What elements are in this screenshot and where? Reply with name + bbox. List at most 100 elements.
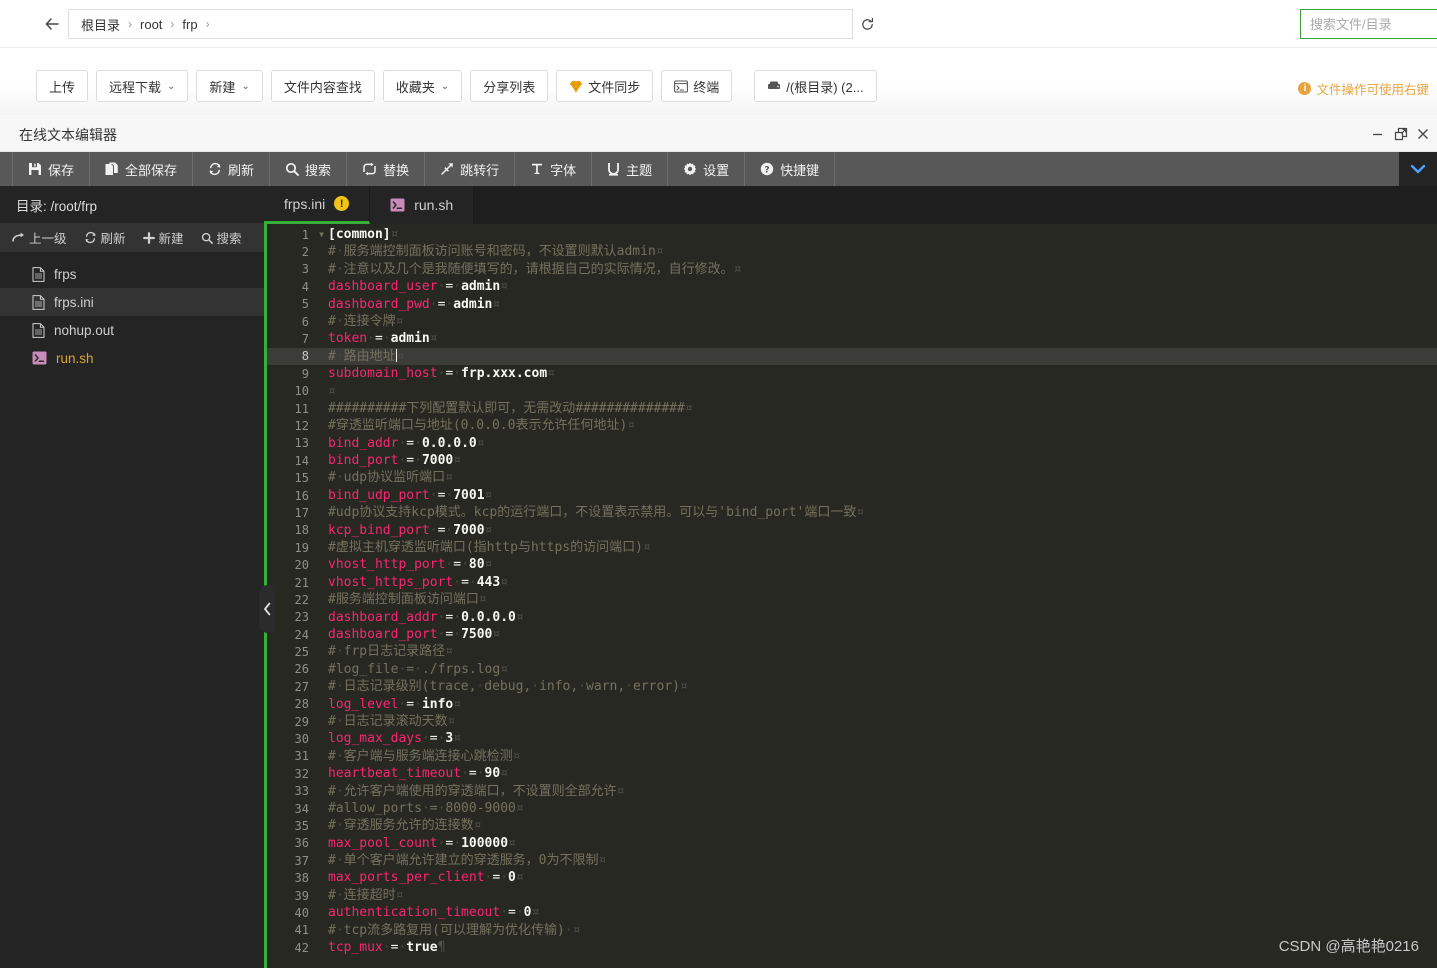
- code-line[interactable]: 22 #服务端控制面板访问端口¤: [267, 591, 1437, 608]
- font-button[interactable]: 字体: [515, 152, 593, 186]
- code-line[interactable]: 42 tcp_mux·=·true¶: [267, 939, 1437, 956]
- code-line[interactable]: 4 dashboard_user·=·admin¤: [267, 278, 1437, 295]
- disk-usage-button[interactable]: /(根目录) (2...: [754, 70, 877, 102]
- file-sync-button[interactable]: 文件同步: [556, 70, 654, 102]
- path-refresh-button[interactable]: [852, 9, 882, 39]
- code-line[interactable]: 28 log_level·=·info¤: [267, 696, 1437, 713]
- code-line-text: #udp协议支持kcp模式。kcp的运行端口，不设置表示禁用。可以与'bind_…: [328, 505, 865, 521]
- toolbar-collapse-button[interactable]: [1399, 152, 1437, 186]
- code-line[interactable]: 21 vhost_https_port·=·443¤: [267, 574, 1437, 591]
- code-editor[interactable]: 1 ▼ [common]¤ 2 #·服务端控制面板访问账号和密码，不设置则默认admin…: [264, 224, 1437, 968]
- close-button[interactable]: [1412, 123, 1434, 145]
- code-line[interactable]: 27 #·日志记录级别(trace,·debug,·info,·warn,·err…: [267, 678, 1437, 695]
- breadcrumb[interactable]: 根目录 › root › frp ›: [68, 9, 882, 39]
- code-line[interactable]: 38 max_ports_per_client·=·0¤: [267, 869, 1437, 886]
- code-line[interactable]: 10 ¤: [267, 383, 1437, 400]
- code-line[interactable]: 33 #·允许客户端使用的穿透端口，不设置则全部允许¤: [267, 783, 1437, 800]
- terminal-label: 终端: [693, 79, 720, 95]
- share-list-button[interactable]: 分享列表: [470, 70, 549, 102]
- file-item-frps-ini[interactable]: frps.ini: [0, 288, 264, 316]
- terminal-button[interactable]: 终端: [661, 70, 733, 102]
- tab-frps-ini[interactable]: frps.ini !: [264, 186, 371, 224]
- code-line[interactable]: 14 bind_port·=·7000¤: [267, 452, 1437, 469]
- remote-download-button[interactable]: 远程下载 ⌄: [96, 70, 189, 102]
- search-input[interactable]: [1300, 9, 1437, 39]
- code-line[interactable]: 35 #·穿透服务允许的连接数¤: [267, 817, 1437, 834]
- save-button[interactable]: 保存: [12, 152, 91, 186]
- code-line[interactable]: 29 #·日志记录滚动天数¤: [267, 713, 1437, 730]
- code-line[interactable]: 16 bind_udp_port·=·7001¤: [267, 487, 1437, 504]
- file-item-run-sh[interactable]: run.sh: [0, 344, 264, 372]
- unsaved-warning-badge: !: [334, 196, 350, 211]
- code-line[interactable]: 41 #·tcp流多路复用(可以理解为优化传输)·¤: [267, 922, 1437, 939]
- code-line[interactable]: 26 #log_file·=·./frps.log¤: [267, 661, 1437, 678]
- code-line[interactable]: 39 #·连接超时¤: [267, 887, 1437, 904]
- text-editor-window: 在线文本编辑器 保存 全部保存 刷新 搜索 替换 跳转行 字体 主题 设置 ? …: [0, 115, 1437, 968]
- code-line[interactable]: 15 #·udp协议监听端口¤: [267, 469, 1437, 486]
- back-button[interactable]: [36, 10, 68, 38]
- new-button[interactable]: 新建 ⌄: [196, 70, 263, 102]
- code-line[interactable]: 37 #·单个客户端允许建立的穿透服务，0为不限制¤: [267, 852, 1437, 869]
- file-content-search-label: 文件内容查找: [283, 79, 362, 95]
- save-all-button[interactable]: 全部保存: [90, 152, 194, 186]
- replace-button[interactable]: 替换: [347, 152, 426, 186]
- code-line[interactable]: 25 #·frp日志记录路径¤: [267, 643, 1437, 660]
- goto-line-button[interactable]: 跳转行: [425, 152, 516, 186]
- theme-button[interactable]: 主题: [592, 152, 669, 186]
- breadcrumb-item-frp[interactable]: frp: [182, 17, 197, 32]
- chevron-down-icon: ⌄: [167, 80, 176, 92]
- code-line[interactable]: 30 log_max_days·=·3¤: [267, 730, 1437, 747]
- code-line[interactable]: 36 max_pool_count·=·100000¤: [267, 835, 1437, 852]
- file-content-search-button[interactable]: 文件内容查找: [270, 70, 375, 102]
- code-line-text: #·udp协议监听端口¤: [328, 470, 453, 486]
- code-line[interactable]: 8 #·路由地址¤: [267, 347, 1437, 366]
- code-line-text: #·注意以及几个是我随便填写的，请根据自己的实际情况，自行修改。¤: [328, 261, 742, 277]
- shortcuts-button[interactable]: ? 快捷键: [745, 152, 836, 186]
- code-line[interactable]: 9 subdomain_host·=·frp.xxx.com¤: [267, 365, 1437, 382]
- code-line[interactable]: 17 #udp协议支持kcp模式。kcp的运行端口，不设置表示禁用。可以与'bin…: [267, 504, 1437, 521]
- code-line[interactable]: 31 #·客户端与服务端连接心跳检测¤: [267, 748, 1437, 765]
- code-line[interactable]: 6 #·连接令牌¤: [267, 313, 1437, 330]
- line-number: 14: [294, 453, 309, 468]
- line-number: 4: [301, 279, 309, 294]
- code-line[interactable]: 13 bind_addr·=·0.0.0.0¤: [267, 435, 1437, 452]
- sidebar-up-level-button[interactable]: 上一级: [12, 228, 67, 247]
- chevron-down-icon: ⌄: [241, 80, 250, 92]
- code-line[interactable]: 20 vhost_http_port·=·80¤: [267, 556, 1437, 573]
- code-line[interactable]: 19 #虚拟主机穿透监听端口(指http与https的访问端口)¤: [267, 539, 1437, 556]
- minimize-button[interactable]: [1366, 123, 1388, 145]
- favorites-button[interactable]: 收藏夹 ⌄: [382, 70, 463, 102]
- code-line[interactable]: 40 authentication_timeout·=·0¤: [267, 904, 1437, 921]
- code-line[interactable]: 7 token·=·admin¤: [267, 330, 1437, 347]
- code-line[interactable]: 11 ##########下列配置默认即可，无需改动##############¤: [267, 400, 1437, 417]
- file-item-frps[interactable]: frps: [0, 260, 264, 288]
- maximize-button[interactable]: [1390, 123, 1412, 145]
- sidebar-collapse-handle[interactable]: [259, 585, 275, 633]
- editor-search-button[interactable]: 搜索: [270, 152, 348, 186]
- sidebar-refresh-label: 刷新: [100, 232, 126, 246]
- upload-button-label: 上传: [49, 79, 76, 95]
- sidebar-new-button[interactable]: 新建: [142, 228, 184, 247]
- code-line[interactable]: 1 ▼ [common]¤: [267, 226, 1437, 243]
- sidebar-refresh-button[interactable]: 刷新: [84, 228, 126, 247]
- upload-button[interactable]: 上传: [36, 70, 89, 102]
- line-number: 32: [294, 766, 309, 781]
- code-line[interactable]: 3 #·注意以及几个是我随便填写的，请根据自己的实际情况，自行修改。¤: [267, 261, 1437, 278]
- editor-refresh-button[interactable]: 刷新: [193, 152, 271, 186]
- tab-run-sh[interactable]: run.sh: [370, 186, 475, 224]
- file-item-label: nohup.out: [54, 322, 115, 338]
- code-line[interactable]: 34 #allow_ports·=·8000-9000¤: [267, 800, 1437, 817]
- code-line[interactable]: 23 dashboard_addr·=·0.0.0.0¤: [267, 609, 1437, 626]
- fold-toggle-icon[interactable]: ▼: [315, 230, 328, 239]
- sidebar-search-button[interactable]: 搜索: [201, 228, 242, 247]
- breadcrumb-item-root[interactable]: root: [140, 17, 162, 32]
- file-item-nohup-out[interactable]: nohup.out: [0, 316, 264, 344]
- code-line[interactable]: 2 #·服务端控制面板访问账号和密码，不设置则默认admin¤: [267, 243, 1437, 260]
- breadcrumb-item-root-dir[interactable]: 根目录: [81, 15, 120, 34]
- code-line[interactable]: 5 dashboard_pwd·=·admin¤: [267, 296, 1437, 313]
- code-line[interactable]: 12 #穿透监听端口与地址(0.0.0.0表示允许任何地址)¤: [267, 417, 1437, 434]
- code-line[interactable]: 32 heartbeat_timeout·=·90¤: [267, 765, 1437, 782]
- settings-button[interactable]: 设置: [668, 152, 746, 186]
- code-line[interactable]: 18 kcp_bind_port·=·7000¤: [267, 522, 1437, 539]
- code-line[interactable]: 24 dashboard_port·=·7500¤: [267, 626, 1437, 643]
